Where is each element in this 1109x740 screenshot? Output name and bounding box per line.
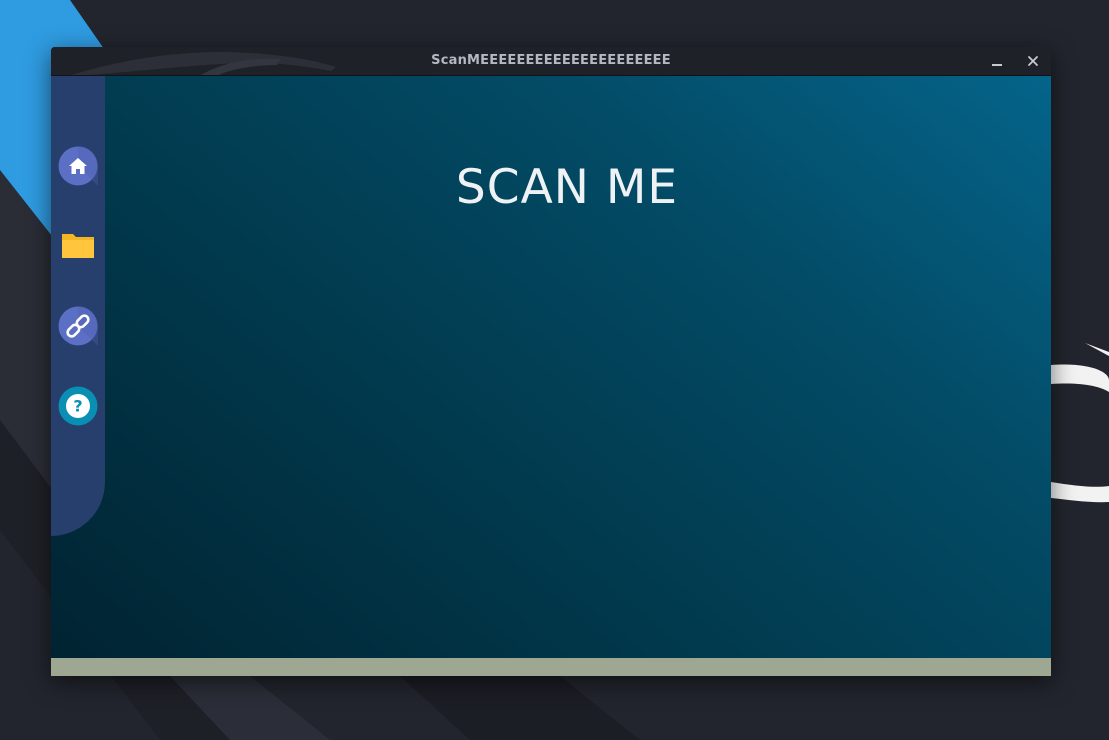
dragon-tail-shape <box>1051 364 1109 392</box>
minimize-icon <box>992 64 1002 66</box>
minimize-button[interactable] <box>987 51 1007 71</box>
svg-text:?: ? <box>73 397 82 416</box>
main-content: ? SCAN ME <box>51 76 1051 658</box>
app-window: ScanMEEEEEEEEEEEEEEEEEEEEE ? SCAN ME <box>51 47 1051 676</box>
sidebar-item-links[interactable] <box>58 306 98 346</box>
dragon-tail-shape <box>1085 343 1109 356</box>
desktop: ScanMEEEEEEEEEEEEEEEEEEEEE ? SCAN ME <box>0 0 1109 740</box>
close-button[interactable] <box>1023 51 1043 71</box>
status-bar <box>51 658 1051 676</box>
window-titlebar[interactable]: ScanMEEEEEEEEEEEEEEEEEEEEE <box>51 47 1051 76</box>
window-title: ScanMEEEEEEEEEEEEEEEEEEEEE <box>431 53 671 68</box>
dragon-tail-shape <box>1051 482 1109 503</box>
sidebar-item-help[interactable]: ? <box>58 386 98 426</box>
sidebar-item-files[interactable] <box>58 226 98 266</box>
sidebar: ? <box>51 76 105 536</box>
link-icon <box>58 306 98 346</box>
help-icon: ? <box>58 386 98 426</box>
page-title: SCAN ME <box>455 160 679 215</box>
close-icon <box>1028 56 1038 66</box>
folder-icon <box>62 234 94 258</box>
wallpaper-stripe-dark <box>400 676 640 740</box>
